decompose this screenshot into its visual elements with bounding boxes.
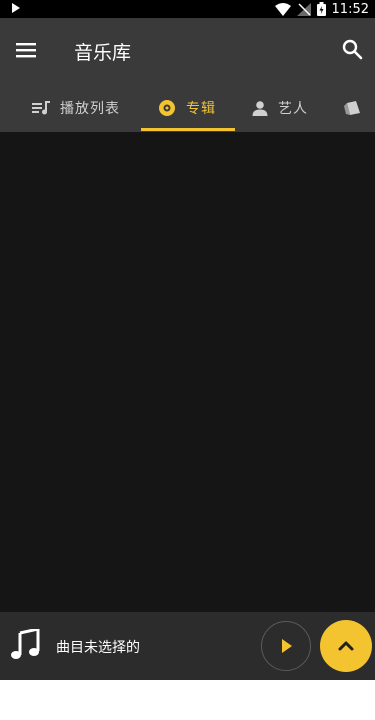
active-tab-indicator	[141, 128, 235, 131]
app-bar: 音乐库	[0, 18, 375, 84]
page-title: 音乐库	[74, 42, 132, 64]
album-icon	[159, 100, 175, 116]
tab-albums[interactable]: 专辑	[158, 84, 216, 132]
bottom-blank-area	[0, 680, 375, 720]
status-icons: 11:52	[274, 0, 369, 18]
album-list-area[interactable]	[0, 132, 375, 612]
media-playing-icon	[12, 3, 20, 13]
tab-label-playlists: 播放列表	[60, 101, 120, 117]
wifi-icon	[274, 2, 291, 16]
genre-icon	[344, 101, 360, 115]
tab-bar: 播放列表 专辑 艺人	[0, 84, 375, 132]
tab-label-albums: 专辑	[186, 101, 216, 117]
search-icon[interactable]	[341, 38, 363, 60]
play-button[interactable]	[261, 621, 311, 671]
mini-player[interactable]: 曲目未选择的	[0, 612, 375, 680]
expand-player-button[interactable]	[320, 620, 372, 672]
playlist-icon	[32, 101, 50, 115]
status-bar: 11:52	[0, 0, 375, 18]
status-time: 11:52	[331, 1, 369, 17]
track-title: 曲目未选择的	[56, 640, 140, 656]
play-icon	[282, 639, 292, 653]
artist-icon	[252, 101, 268, 116]
no-signal-icon	[296, 2, 311, 16]
tab-artists[interactable]: 艺人	[252, 84, 308, 132]
tab-genres[interactable]	[344, 84, 372, 132]
tab-label-artists: 艺人	[278, 101, 308, 117]
chevron-up-icon	[338, 641, 354, 651]
music-note-icon	[11, 629, 40, 659]
tab-playlists[interactable]: 播放列表	[32, 84, 120, 132]
battery-icon	[316, 2, 326, 16]
menu-icon[interactable]	[14, 40, 38, 60]
